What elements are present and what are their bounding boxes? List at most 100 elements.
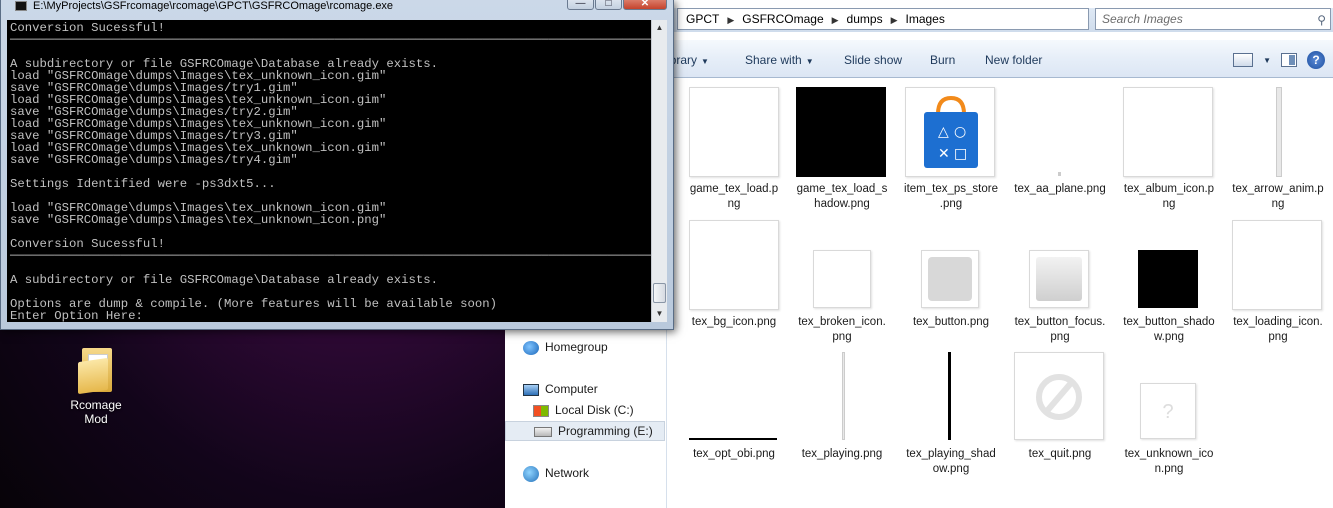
thumbnail-tex-bg-icon[interactable] <box>689 220 779 310</box>
file-name-line1: tex_playing_shad <box>906 448 996 460</box>
file-name-line1: tex_playing.png <box>801 448 883 460</box>
desktop-icon-label-1: Rcomage <box>70 398 122 412</box>
chevron-right-icon[interactable]: ▶ <box>727 15 734 25</box>
nav-label: Local Disk (C:) <box>555 403 634 417</box>
file-name-line2: n.png <box>1154 463 1184 475</box>
close-button[interactable]: ✕ <box>623 0 667 10</box>
file-name-line2: hadow.png <box>814 198 870 210</box>
file-item[interactable]: tex_unknown_ico n.png <box>1117 447 1221 477</box>
scroll-up-icon[interactable]: ▲ <box>652 20 667 36</box>
thumbnail-tex-button-focus[interactable] <box>1029 250 1089 308</box>
nav-item-network[interactable]: Network <box>523 466 589 482</box>
file-item[interactable]: tex_loading_icon. png <box>1226 315 1330 345</box>
thumbnail-game-tex-load-shadow[interactable] <box>796 87 886 177</box>
file-name-line2: w.png <box>1153 331 1185 343</box>
command-prompt-icon <box>15 1 27 11</box>
thumbnail-tex-loading-icon[interactable] <box>1232 220 1322 310</box>
nav-item-computer[interactable]: Computer <box>523 382 598 396</box>
breadcrumb-gpct[interactable]: GPCT <box>686 12 719 26</box>
chevron-right-icon[interactable]: ▶ <box>891 15 898 25</box>
help-icon[interactable]: ? <box>1307 51 1325 69</box>
nav-item-local-disk[interactable]: Local Disk (C:) <box>533 403 634 417</box>
view-dropdown-icon[interactable]: ▼ <box>1263 56 1271 65</box>
search-icon[interactable]: ⚲ <box>1317 10 1326 30</box>
burn-button[interactable]: Burn <box>930 53 955 67</box>
nav-label: Programming (E:) <box>558 424 653 438</box>
file-name-line1: tex_button_shado <box>1123 316 1215 328</box>
console-title: E:\MyProjects\GSFrcomage\rcomage\GPCT\GS… <box>33 0 394 12</box>
file-name-line1: tex_aa_plane.png <box>1014 183 1106 195</box>
nav-label: Network <box>545 466 590 481</box>
file-item[interactable]: item_tex_ps_store .png <box>899 182 1003 212</box>
file-name-line1: tex_broken_icon. <box>798 316 886 328</box>
file-item[interactable]: tex_arrow_anim.p ng <box>1226 182 1330 212</box>
new-folder-button[interactable]: New folder <box>985 53 1042 67</box>
nav-item-programming[interactable]: Programming (E:) <box>505 421 665 441</box>
file-item[interactable]: tex_playing.png <box>790 447 894 462</box>
svg-text:○: ○ <box>954 124 966 140</box>
file-name-line1: tex_bg_icon.png <box>691 316 777 328</box>
shopping-bag-icon: △ ○ ✕ □ <box>924 95 978 168</box>
thumbnail-tex-playing-shadow[interactable] <box>948 352 951 440</box>
file-name-line1: tex_arrow_anim.p <box>1232 183 1324 195</box>
thumbnail-tex-album-icon[interactable] <box>1123 87 1213 177</box>
file-name-line1: tex_album_icon.p <box>1123 183 1215 195</box>
file-name-line2: ng <box>727 198 741 210</box>
computer-icon <box>523 383 539 396</box>
thumbnail-tex-playing[interactable] <box>842 352 845 440</box>
svg-text:□: □ <box>954 146 967 162</box>
file-name-line1: tex_opt_obi.png <box>693 448 775 460</box>
minimize-button[interactable]: — <box>567 0 594 10</box>
share-with-label: Share with <box>745 53 802 67</box>
preview-pane-icon[interactable] <box>1281 53 1297 67</box>
svg-text:△: △ <box>938 124 949 140</box>
console-output[interactable]: Conversion Sucessful! ──────────────────… <box>7 20 651 322</box>
file-item[interactable]: game_tex_load_s hadow.png <box>790 182 894 212</box>
file-item[interactable]: tex_opt_obi.png <box>682 447 786 462</box>
file-item[interactable]: tex_aa_plane.png <box>1008 182 1112 197</box>
file-item[interactable]: tex_album_icon.p ng <box>1117 182 1221 212</box>
thumbnail-tex-arrow-anim[interactable] <box>1276 87 1282 177</box>
file-item[interactable]: tex_button_shado w.png <box>1117 315 1221 345</box>
file-item[interactable]: game_tex_load.p ng <box>682 182 786 212</box>
scrollbar-thumb[interactable] <box>653 283 666 303</box>
console-scrollbar[interactable]: ▲ ▼ <box>651 20 667 322</box>
homegroup-icon <box>523 340 539 355</box>
thumbnail-tex-opt-obi[interactable] <box>689 438 777 440</box>
chevron-right-icon[interactable]: ▶ <box>832 15 839 25</box>
desktop-icon-label-2: Mod <box>84 412 108 426</box>
change-view-icon[interactable] <box>1233 53 1254 67</box>
dropdown-arrow-icon: ▼ <box>805 57 814 66</box>
slide-show-button[interactable]: Slide show <box>844 53 902 67</box>
thumbnail-tex-quit[interactable] <box>1014 352 1104 440</box>
breadcrumb-images[interactable]: Images <box>906 12 945 26</box>
thumbnail-tex-button[interactable] <box>921 250 979 308</box>
file-item[interactable]: tex_quit.png <box>1008 447 1112 462</box>
share-with-button[interactable]: Share with ▼ <box>745 53 814 67</box>
quit-icon <box>1036 374 1082 420</box>
maximize-button[interactable]: □ <box>595 0 622 10</box>
breadcrumb-dumps[interactable]: dumps <box>847 12 883 26</box>
thumbnail-tex-button-shadow[interactable] <box>1138 250 1198 308</box>
scroll-down-icon[interactable]: ▼ <box>652 306 667 322</box>
question-mark-icon: ? <box>1162 401 1174 423</box>
search-placeholder: Search Images <box>1102 12 1183 26</box>
nav-item-homegroup[interactable]: Homegroup <box>523 340 608 355</box>
file-name-line1: tex_quit.png <box>1028 448 1092 460</box>
file-item[interactable]: tex_button_focus. png <box>1008 315 1112 345</box>
search-input[interactable]: Search Images ⚲ <box>1095 8 1331 30</box>
file-item[interactable]: tex_playing_shad ow.png <box>899 447 1003 477</box>
thumbnail-tex-aa-plane[interactable] <box>1058 172 1061 176</box>
thumbnail-item-tex-ps-store[interactable]: △ ○ ✕ □ <box>905 87 995 177</box>
file-item[interactable]: tex_bg_icon.png <box>682 315 786 330</box>
desktop-folder-rcomage-mod[interactable]: Rcomage Mod <box>56 348 136 426</box>
file-item[interactable]: tex_button.png <box>899 315 1003 330</box>
thumbnail-game-tex-load[interactable] <box>689 87 779 177</box>
file-item[interactable]: tex_broken_icon. png <box>790 315 894 345</box>
breadcrumb-gsfrcomage[interactable]: GSFRCOmage <box>742 12 823 26</box>
console-window: E:\MyProjects\GSFrcomage\rcomage\GPCT\GS… <box>0 0 674 330</box>
thumbnail-tex-broken-icon[interactable] <box>813 250 871 308</box>
thumbnail-tex-unknown-icon[interactable]: ? <box>1140 383 1196 439</box>
console-titlebar[interactable]: E:\MyProjects\GSFrcomage\rcomage\GPCT\GS… <box>1 0 673 12</box>
address-bar[interactable]: GPCT▶GSFRCOmage▶dumps▶Images ▼ ↻ <box>677 8 1256 30</box>
